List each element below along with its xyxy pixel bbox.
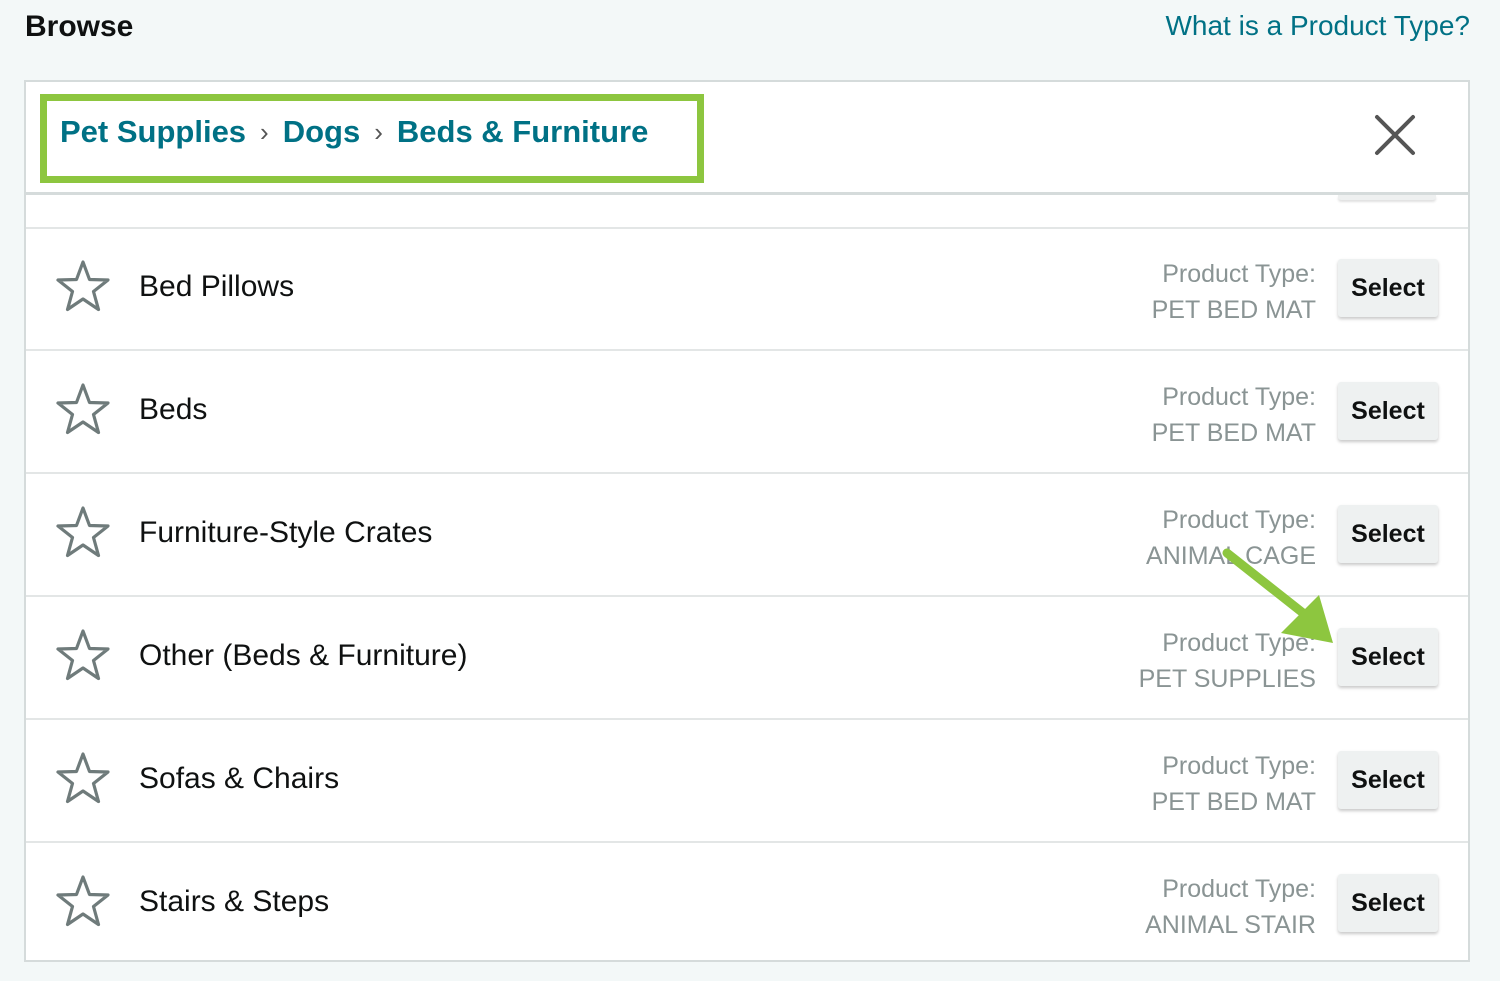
product-type-value: PET BED MAT xyxy=(1151,419,1316,447)
browse-panel: Pet Supplies › Dogs › Beds & Furniture B… xyxy=(24,80,1470,962)
list-item: Sofas & Chairs Product Type: PET BED MAT… xyxy=(26,720,1468,843)
product-type: Product Type: ANIMAL STAIR xyxy=(1145,871,1316,943)
partially-hidden-row xyxy=(26,195,1468,229)
star-outline-icon[interactable] xyxy=(56,260,110,312)
category-list: Bed Pillows Product Type: PET BED MAT Se… xyxy=(26,228,1468,960)
product-type-value: PET BED MAT xyxy=(1151,788,1316,816)
category-label: Stairs & Steps xyxy=(139,885,330,918)
product-type-help-link[interactable]: What is a Product Type? xyxy=(1165,10,1470,42)
category-label: Bed Pillows xyxy=(139,270,295,303)
list-item: Stairs & Steps Product Type: ANIMAL STAI… xyxy=(26,843,1468,960)
list-item: Beds Product Type: PET BED MAT Select xyxy=(26,351,1468,474)
product-type: Product Type: PET BED MAT xyxy=(1152,748,1316,820)
select-button[interactable]: Select xyxy=(1338,628,1438,686)
chevron-right-icon: › xyxy=(260,117,269,147)
breadcrumb-item-dogs[interactable]: Dogs xyxy=(283,114,361,150)
breadcrumb-bar: Pet Supplies › Dogs › Beds & Furniture xyxy=(26,82,1468,195)
product-type-label: Product Type: xyxy=(1162,383,1316,411)
product-type-value: ANIMAL CAGE xyxy=(1146,542,1316,570)
list-item: Other (Beds & Furniture) Product Type: P… xyxy=(26,597,1468,720)
browse-page: Browse What is a Product Type? Pet Suppl… xyxy=(0,0,1500,981)
product-type: Product Type: PET BED MAT xyxy=(1152,379,1316,451)
product-type-label: Product Type: xyxy=(1162,506,1316,534)
product-type-label: Product Type: xyxy=(1162,752,1316,780)
select-button[interactable]: Select xyxy=(1338,259,1438,317)
star-outline-icon[interactable] xyxy=(56,629,110,681)
select-button[interactable]: Select xyxy=(1338,505,1438,563)
product-type-value: PET BED MAT xyxy=(1151,296,1316,324)
page-title: Browse xyxy=(25,10,134,43)
product-type-value: PET SUPPLIES xyxy=(1138,665,1316,693)
star-outline-icon[interactable] xyxy=(56,875,110,927)
select-button[interactable]: Select xyxy=(1338,751,1438,809)
close-button[interactable] xyxy=(1372,112,1418,158)
product-type: Product Type: ANIMAL CAGE xyxy=(1146,502,1316,574)
star-outline-icon[interactable] xyxy=(56,383,110,435)
star-outline-icon[interactable] xyxy=(56,752,110,804)
breadcrumb-item-beds-furniture[interactable]: Beds & Furniture xyxy=(397,114,648,150)
list-item: Bed Pillows Product Type: PET BED MAT Se… xyxy=(26,228,1468,351)
breadcrumb-item-pet-supplies[interactable]: Pet Supplies xyxy=(60,114,246,150)
category-label: Other (Beds & Furniture) xyxy=(139,639,468,672)
hidden-select-button[interactable] xyxy=(1338,195,1436,200)
product-type-label: Product Type: xyxy=(1162,629,1316,657)
product-type: Product Type: PET BED MAT xyxy=(1152,256,1316,328)
close-icon xyxy=(1375,115,1415,155)
category-label: Furniture-Style Crates xyxy=(139,516,433,549)
product-type: Product Type: PET SUPPLIES xyxy=(1139,625,1316,697)
select-button[interactable]: Select xyxy=(1338,382,1438,440)
product-type-label: Product Type: xyxy=(1162,260,1316,288)
category-label: Sofas & Chairs xyxy=(139,762,340,795)
select-button[interactable]: Select xyxy=(1338,874,1438,932)
star-outline-icon[interactable] xyxy=(56,506,110,558)
chevron-right-icon: › xyxy=(374,117,383,147)
list-item: Furniture-Style Crates Product Type: ANI… xyxy=(26,474,1468,597)
product-type-label: Product Type: xyxy=(1162,875,1316,903)
product-type-value: ANIMAL STAIR xyxy=(1145,911,1316,939)
category-label: Beds xyxy=(139,393,208,426)
breadcrumb: Pet Supplies › Dogs › Beds & Furniture xyxy=(60,114,648,150)
